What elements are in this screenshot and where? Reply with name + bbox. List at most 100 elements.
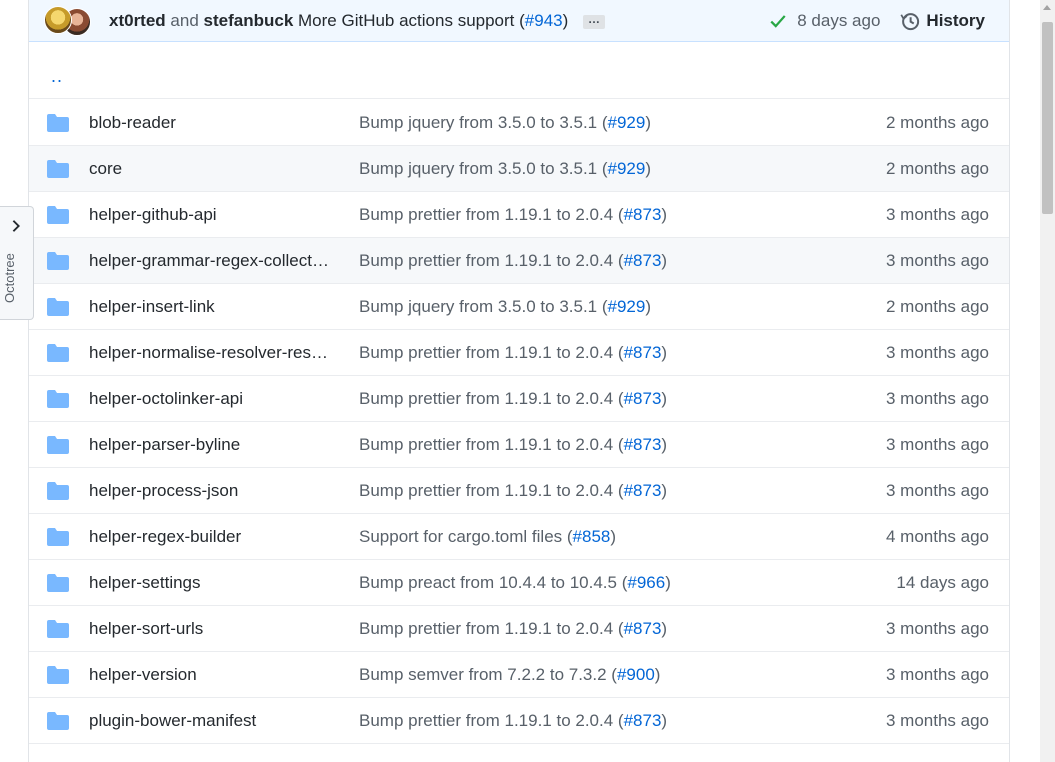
commit-message[interactable]: Bump prettier from 1.19.1 to 2.0.4 (#873… bbox=[359, 205, 667, 225]
commit-message[interactable]: Bump preact from 10.4.4 to 10.4.5 (#966) bbox=[359, 573, 671, 593]
pr-link[interactable]: #943 bbox=[525, 11, 563, 30]
commit-age[interactable]: 2 months ago bbox=[886, 113, 989, 133]
file-name-link[interactable]: blob-reader bbox=[89, 113, 339, 133]
commit-age[interactable]: 3 months ago bbox=[886, 619, 989, 639]
commit-message-text[interactable]: Support for cargo.toml files ( bbox=[359, 527, 573, 546]
commit-message-text[interactable]: Bump jquery from 3.5.0 to 3.5.1 ( bbox=[359, 297, 608, 316]
pr-link[interactable]: #966 bbox=[627, 573, 665, 592]
pr-link[interactable]: #929 bbox=[608, 113, 646, 132]
table-row[interactable]: core Bump jquery from 3.5.0 to 3.5.1 (#92… bbox=[29, 146, 1009, 192]
commit-age[interactable]: 3 months ago bbox=[886, 665, 989, 685]
commit-age[interactable]: 3 months ago bbox=[886, 389, 989, 409]
file-name-link[interactable]: helper-settings bbox=[89, 573, 339, 593]
commit-message-text[interactable]: Bump prettier from 1.19.1 to 2.0.4 ( bbox=[359, 205, 624, 224]
commit-message-text[interactable]: Bump prettier from 1.19.1 to 2.0.4 ( bbox=[359, 711, 624, 730]
table-row[interactable]: helper-process-json Bump prettier from 1.… bbox=[29, 468, 1009, 514]
commit-message[interactable]: Bump prettier from 1.19.1 to 2.0.4 (#873… bbox=[359, 389, 667, 409]
file-name-link[interactable]: helper-grammar-regex-collect… bbox=[89, 251, 339, 271]
file-name-link[interactable]: helper-insert-link bbox=[89, 297, 339, 317]
commit-message[interactable]: Bump semver from 7.2.2 to 7.3.2 (#900) bbox=[359, 665, 660, 685]
commit-message-text[interactable]: Bump prettier from 1.19.1 to 2.0.4 ( bbox=[359, 481, 624, 500]
history-icon[interactable] bbox=[900, 11, 920, 31]
table-row[interactable]: helper-normalise-resolver-res… Bump prett… bbox=[29, 330, 1009, 376]
commit-message[interactable]: Bump prettier from 1.19.1 to 2.0.4 (#873… bbox=[359, 481, 667, 501]
pr-link[interactable]: #873 bbox=[624, 711, 662, 730]
commit-message[interactable]: Bump prettier from 1.19.1 to 2.0.4 (#873… bbox=[359, 251, 667, 271]
commit-age[interactable]: 3 months ago bbox=[886, 205, 989, 225]
file-name-link[interactable]: core bbox=[89, 159, 339, 179]
commit-age[interactable]: 3 months ago bbox=[886, 481, 989, 501]
pr-link[interactable]: #900 bbox=[617, 665, 655, 684]
table-row[interactable]: blob-reader Bump jquery from 3.5.0 to 3.5… bbox=[29, 100, 1009, 146]
octotree-toggle[interactable]: Octotree bbox=[0, 206, 34, 320]
table-row[interactable]: plugin-bower-manifest Bump prettier from … bbox=[29, 698, 1009, 744]
parent-directory-link[interactable]: .. bbox=[51, 66, 63, 87]
file-name-link[interactable]: plugin-bower-manifest bbox=[89, 711, 339, 731]
table-row[interactable]: helper-regex-builder Support for cargo.to… bbox=[29, 514, 1009, 560]
pr-link[interactable]: #929 bbox=[608, 159, 646, 178]
history-link[interactable]: History bbox=[926, 11, 985, 31]
file-name-link[interactable]: helper-sort-urls bbox=[89, 619, 339, 639]
pr-link[interactable]: #873 bbox=[624, 389, 662, 408]
table-row[interactable]: helper-insert-link Bump jquery from 3.5.0… bbox=[29, 284, 1009, 330]
commit-message[interactable]: Bump prettier from 1.19.1 to 2.0.4 (#873… bbox=[359, 619, 667, 639]
commit-message[interactable]: Bump prettier from 1.19.1 to 2.0.4 (#873… bbox=[359, 343, 667, 363]
commit-age[interactable]: 3 months ago bbox=[886, 343, 989, 363]
commit-message[interactable]: Bump jquery from 3.5.0 to 3.5.1 (#929) bbox=[359, 159, 651, 179]
pr-link[interactable]: #873 bbox=[624, 481, 662, 500]
commit-message-text[interactable]: Bump preact from 10.4.4 to 10.4.5 ( bbox=[359, 573, 627, 592]
pr-link[interactable]: #858 bbox=[573, 527, 611, 546]
scrollbar-thumb[interactable] bbox=[1042, 22, 1053, 214]
commit-message[interactable]: Bump jquery from 3.5.0 to 3.5.1 (#929) bbox=[359, 297, 651, 317]
commit-message[interactable]: Bump jquery from 3.5.0 to 3.5.1 (#929) bbox=[359, 113, 651, 133]
file-name-link[interactable]: helper-version bbox=[89, 665, 339, 685]
table-row[interactable]: helper-parser-byline Bump prettier from 1… bbox=[29, 422, 1009, 468]
commit-age[interactable]: 8 days ago bbox=[797, 11, 880, 31]
commit-age[interactable]: 3 months ago bbox=[886, 711, 989, 731]
pr-link[interactable]: #873 bbox=[624, 251, 662, 270]
pr-link[interactable]: #929 bbox=[608, 297, 646, 316]
pr-link[interactable]: #873 bbox=[624, 343, 662, 362]
author-link[interactable]: xt0rted bbox=[109, 11, 166, 30]
commit-message-text[interactable]: Bump jquery from 3.5.0 to 3.5.1 ( bbox=[359, 159, 608, 178]
commit-message-text[interactable]: Bump prettier from 1.19.1 to 2.0.4 ( bbox=[359, 389, 624, 408]
file-name-link[interactable]: helper-octolinker-api bbox=[89, 389, 339, 409]
commit-message[interactable]: Support for cargo.toml files (#858) bbox=[359, 527, 616, 547]
commit-message-text[interactable]: Bump prettier from 1.19.1 to 2.0.4 ( bbox=[359, 619, 624, 638]
pr-link[interactable]: #873 bbox=[624, 619, 662, 638]
commit-message[interactable]: Bump prettier from 1.19.1 to 2.0.4 (#873… bbox=[359, 435, 667, 455]
author-link[interactable]: stefanbuck bbox=[204, 11, 294, 30]
avatar[interactable] bbox=[44, 6, 72, 34]
table-row[interactable]: helper-octolinker-api Bump prettier from … bbox=[29, 376, 1009, 422]
commit-message-text[interactable]: Bump jquery from 3.5.0 to 3.5.1 ( bbox=[359, 113, 608, 132]
scrollbar[interactable] bbox=[1040, 0, 1055, 762]
file-name-link[interactable]: helper-process-json bbox=[89, 481, 339, 501]
table-row[interactable]: helper-github-api Bump prettier from 1.19… bbox=[29, 192, 1009, 238]
file-name-link[interactable]: helper-normalise-resolver-res… bbox=[89, 343, 339, 363]
commit-message-text[interactable]: Bump prettier from 1.19.1 to 2.0.4 ( bbox=[359, 435, 624, 454]
pr-link[interactable]: #873 bbox=[624, 205, 662, 224]
author-avatars[interactable] bbox=[44, 6, 94, 36]
expand-message-button[interactable]: … bbox=[583, 13, 606, 29]
table-row[interactable]: helper-sort-urls Bump prettier from 1.19.… bbox=[29, 606, 1009, 652]
commit-age[interactable]: 2 months ago bbox=[886, 297, 989, 317]
file-name-link[interactable]: helper-regex-builder bbox=[89, 527, 339, 547]
file-name-link[interactable]: helper-github-api bbox=[89, 205, 339, 225]
scroll-up-arrow-icon[interactable] bbox=[1043, 5, 1051, 10]
commit-message[interactable]: More GitHub actions support ( bbox=[298, 11, 525, 30]
pr-link[interactable]: #873 bbox=[624, 435, 662, 454]
file-name-link[interactable]: helper-parser-byline bbox=[89, 435, 339, 455]
commit-age[interactable]: 14 days ago bbox=[896, 573, 989, 593]
commit-message-text[interactable]: Bump prettier from 1.19.1 to 2.0.4 ( bbox=[359, 251, 624, 270]
commit-age[interactable]: 2 months ago bbox=[886, 159, 989, 179]
table-row[interactable]: helper-settings Bump preact from 10.4.4 t… bbox=[29, 560, 1009, 606]
commit-message-text[interactable]: Bump semver from 7.2.2 to 7.3.2 ( bbox=[359, 665, 617, 684]
table-row[interactable]: helper-version Bump semver from 7.2.2 to … bbox=[29, 652, 1009, 698]
commit-age[interactable]: 3 months ago bbox=[886, 435, 989, 455]
commit-age[interactable]: 3 months ago bbox=[886, 251, 989, 271]
commit-message[interactable]: Bump prettier from 1.19.1 to 2.0.4 (#873… bbox=[359, 711, 667, 731]
commit-age[interactable]: 4 months ago bbox=[886, 527, 989, 547]
commit-message-text[interactable]: Bump prettier from 1.19.1 to 2.0.4 ( bbox=[359, 343, 624, 362]
check-icon[interactable] bbox=[769, 12, 787, 30]
table-row[interactable]: helper-grammar-regex-collect… Bump pretti… bbox=[29, 238, 1009, 284]
